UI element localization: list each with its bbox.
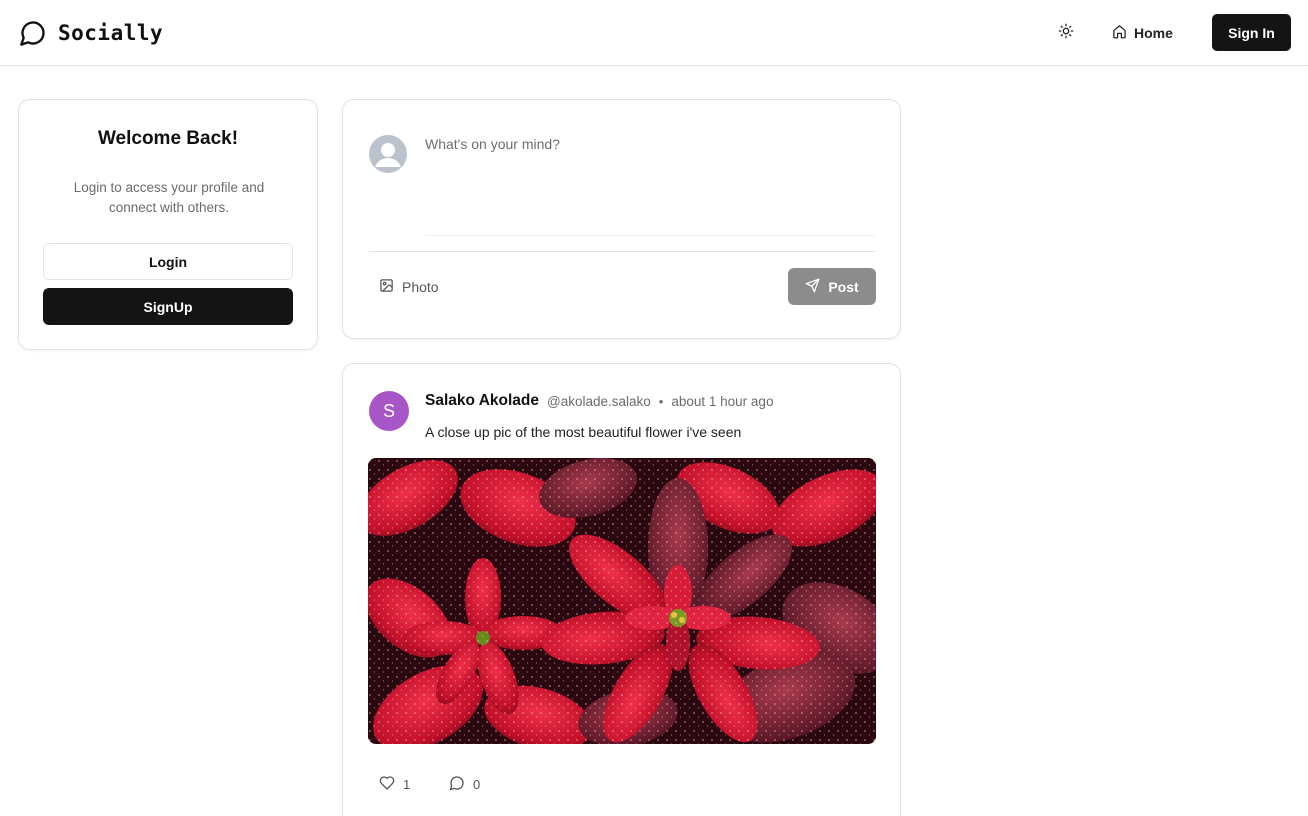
post-header: Salako Akolade @akolade.salako • about 1… bbox=[425, 392, 773, 410]
post-composer: Photo Post bbox=[342, 99, 901, 339]
welcome-description: Login to access your profile and connect… bbox=[73, 180, 265, 215]
divider bbox=[369, 251, 876, 252]
brand-name: Socially bbox=[58, 21, 164, 45]
avatar[interactable]: S bbox=[369, 391, 409, 431]
comment-count: 0 bbox=[473, 776, 481, 792]
login-button[interactable]: Login bbox=[43, 243, 293, 280]
sun-icon bbox=[1058, 23, 1074, 44]
feed-post: S Salako Akolade @akolade.salako • about… bbox=[342, 363, 901, 816]
add-photo-button[interactable]: Photo bbox=[379, 274, 439, 300]
welcome-card: Welcome Back! Login to access your profi… bbox=[18, 99, 318, 350]
post-image[interactable] bbox=[368, 458, 876, 744]
poinsettia-photo bbox=[368, 458, 876, 744]
home-nav-link[interactable]: Home bbox=[1112, 19, 1173, 47]
post-author-handle[interactable]: @akolade.salako bbox=[547, 394, 651, 409]
image-icon bbox=[379, 278, 394, 296]
home-icon bbox=[1112, 24, 1127, 42]
welcome-title: Welcome Back! bbox=[97, 128, 239, 149]
post-button[interactable]: Post bbox=[788, 268, 876, 305]
send-icon bbox=[805, 278, 820, 296]
heart-icon bbox=[379, 775, 395, 794]
brand-logo[interactable]: Socially bbox=[18, 18, 163, 48]
speech-bubble-icon bbox=[18, 18, 48, 48]
signup-button[interactable]: SignUp bbox=[43, 288, 293, 325]
post-content: A close up pic of the most beautiful flo… bbox=[425, 424, 742, 440]
theme-toggle-button[interactable] bbox=[1052, 20, 1080, 46]
comment-button[interactable]: 0 bbox=[449, 772, 480, 796]
home-label: Home bbox=[1134, 25, 1173, 41]
sign-in-button[interactable]: Sign In bbox=[1212, 14, 1291, 51]
post-content-input[interactable] bbox=[425, 130, 876, 236]
post-timestamp: about 1 hour ago bbox=[671, 393, 774, 409]
post-label: Post bbox=[828, 278, 859, 295]
post-author-name[interactable]: Salako Akolade bbox=[425, 392, 539, 410]
comment-icon bbox=[449, 775, 465, 794]
photo-label: Photo bbox=[402, 279, 439, 295]
top-navbar: Socially Home Sign In bbox=[0, 0, 1308, 66]
separator-dot: • bbox=[658, 393, 664, 409]
avatar bbox=[369, 135, 407, 173]
like-count: 1 bbox=[403, 776, 411, 792]
like-button[interactable]: 1 bbox=[379, 772, 410, 796]
